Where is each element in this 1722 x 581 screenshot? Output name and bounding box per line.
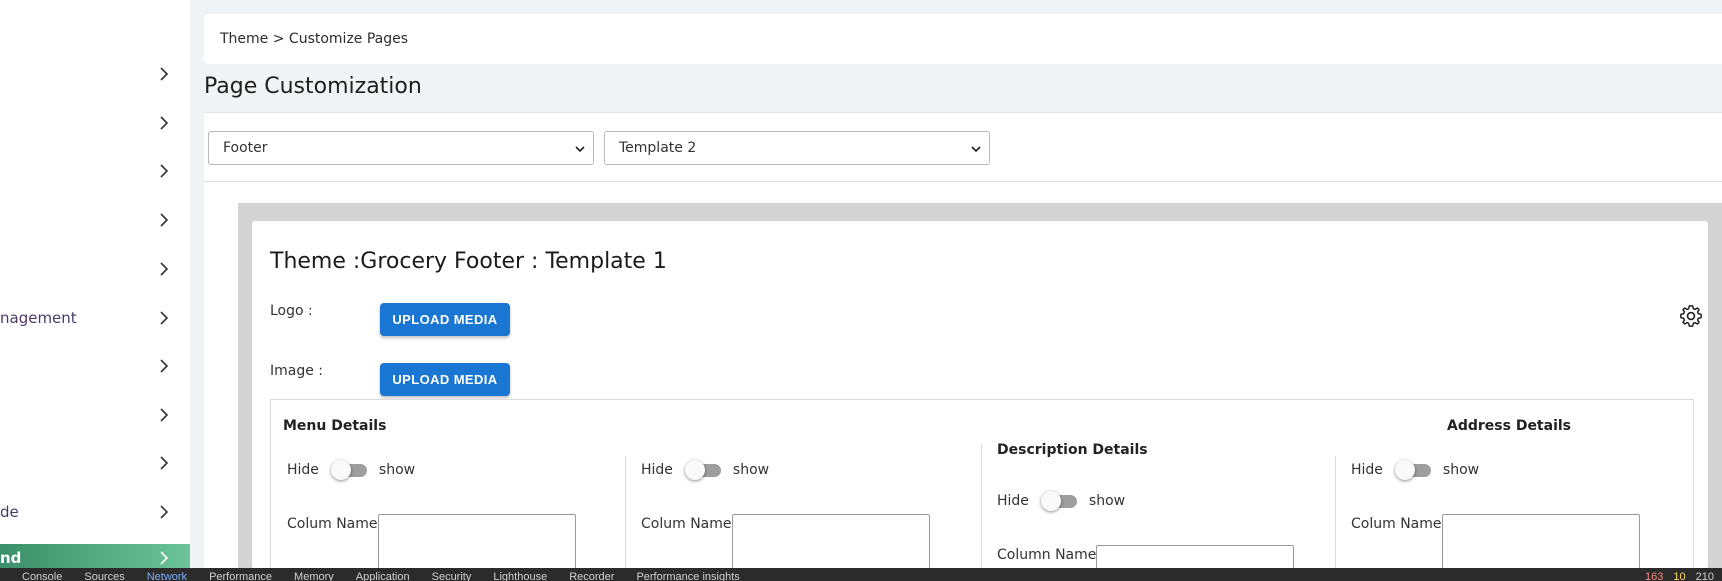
sidebar-item-label: nd <box>0 549 22 567</box>
devtools-tab-recorder[interactable]: Recorder <box>569 571 614 581</box>
divider <box>204 181 1722 182</box>
page-type-select-value: Footer <box>223 140 268 156</box>
menu2-visibility-toggle[interactable] <box>684 460 721 480</box>
image-label: Image : <box>270 363 324 379</box>
upload-logo-button[interactable]: UPLOAD MEDIA <box>380 303 510 336</box>
sidebar-item-5[interactable] <box>0 247 190 291</box>
menu2-column-name-row: Colum Name <box>641 514 930 574</box>
address-column-name-input[interactable] <box>1441 514 1640 574</box>
devtools-tab-application[interactable]: Application <box>356 571 410 581</box>
card-title: Theme :Grocery Footer : Template 1 <box>270 249 667 274</box>
description-visibility-toggle[interactable] <box>1040 491 1077 511</box>
column-name-label: Colum Name <box>1351 516 1442 532</box>
customization-panel: Footer Template 2 Theme :Grocery Footer … <box>204 112 1722 581</box>
address-details-title: Address Details <box>1447 418 1572 434</box>
menu-column-name-row: Colum Name <box>287 514 576 574</box>
template-select-value: Template 2 <box>619 140 697 156</box>
chevron-right-icon <box>160 311 169 325</box>
hide-label: Hide <box>997 493 1029 509</box>
description-details-title: Description Details <box>997 442 1148 458</box>
chevron-down-icon <box>575 146 585 153</box>
show-label: show <box>378 462 416 478</box>
breadcrumb-text: Theme > Customize Pages <box>220 31 409 47</box>
preview-frame: Theme :Grocery Footer : Template 1 Logo … <box>238 203 1722 581</box>
sidebar-item-guide[interactable]: de <box>0 490 190 534</box>
show-label: show <box>1442 462 1480 478</box>
footer-config-card: Theme :Grocery Footer : Template 1 Logo … <box>252 221 1708 581</box>
devtools-stats: 163 10 210 <box>1645 571 1714 581</box>
chevron-right-icon <box>160 67 169 81</box>
sidebar-item-9[interactable] <box>0 441 190 485</box>
sidebar-item-2[interactable] <box>0 101 190 145</box>
main-area: Theme > Customize Pages Page Customizati… <box>190 0 1722 581</box>
column-divider <box>1335 456 1336 570</box>
show-label: show <box>1088 493 1126 509</box>
column-divider <box>981 444 982 570</box>
chevron-right-icon <box>160 551 169 565</box>
column-name-label: Colum Name <box>287 516 378 532</box>
devtools-tab-performance[interactable]: Performance <box>209 571 272 581</box>
devtools-bar: Console Sources Network Performance Memo… <box>0 568 1722 581</box>
menu-visibility-toggle[interactable] <box>330 460 367 480</box>
address-visibility-row: Hide show <box>1351 460 1480 480</box>
chevron-right-icon <box>160 456 169 470</box>
column-name-label: Column Name <box>997 547 1097 563</box>
menu-column-name-input[interactable] <box>377 514 576 574</box>
sidebar-item-management[interactable]: nagement <box>0 296 190 340</box>
devtools-tab-console[interactable]: Console <box>22 571 62 581</box>
chevron-right-icon <box>160 262 169 276</box>
hide-label: Hide <box>641 462 673 478</box>
devtools-tab-lighthouse[interactable]: Lighthouse <box>493 571 547 581</box>
devtools-tab-security[interactable]: Security <box>432 571 472 581</box>
logo-label: Logo : <box>270 303 313 319</box>
description-visibility-row: Hide show <box>997 491 1126 511</box>
page-type-select[interactable]: Footer <box>208 131 594 165</box>
devtools-tab-memory[interactable]: Memory <box>294 571 334 581</box>
chevron-right-icon <box>160 505 169 519</box>
sidebar-item-4[interactable] <box>0 198 190 242</box>
gear-icon[interactable] <box>1678 303 1704 329</box>
template-select[interactable]: Template 2 <box>604 131 990 165</box>
sidebar: nagement de nd <box>0 0 190 581</box>
show-label: show <box>732 462 770 478</box>
address-visibility-toggle[interactable] <box>1394 460 1431 480</box>
chevron-right-icon <box>160 359 169 373</box>
page-title: Page Customization <box>204 74 422 99</box>
chevron-down-icon <box>971 146 981 153</box>
column-divider <box>625 456 626 570</box>
menu-visibility-row: Hide show <box>287 460 416 480</box>
menu2-column-name-input[interactable] <box>731 514 930 574</box>
devtools-tabs: Console Sources Network Performance Memo… <box>22 571 740 581</box>
menu2-visibility-row: Hide show <box>641 460 770 480</box>
info-count[interactable]: 210 <box>1696 571 1714 581</box>
app-root: nagement de nd Theme > Customize Pages P <box>0 0 1722 581</box>
devtools-tab-performance-insights[interactable]: Performance insights <box>636 571 739 581</box>
menu-details-title: Menu Details <box>283 418 387 434</box>
error-count[interactable]: 163 <box>1645 571 1663 581</box>
sidebar-item-8[interactable] <box>0 393 190 437</box>
chevron-right-icon <box>160 116 169 130</box>
column-name-label: Colum Name <box>641 516 732 532</box>
sidebar-item-1[interactable] <box>0 52 190 96</box>
sidebar-item-label: nagement <box>0 309 77 327</box>
upload-image-button[interactable]: UPLOAD MEDIA <box>380 363 510 396</box>
devtools-tab-sources[interactable]: Sources <box>84 571 124 581</box>
sidebar-item-label: de <box>0 503 19 521</box>
chevron-right-icon <box>160 213 169 227</box>
details-panel: Menu Details Hide show Colum Name Hide s… <box>270 399 1694 581</box>
select-row: Footer Template 2 <box>208 131 990 165</box>
chevron-right-icon <box>160 408 169 422</box>
breadcrumb: Theme > Customize Pages <box>204 14 1722 64</box>
hide-label: Hide <box>287 462 319 478</box>
address-column-name-row: Colum Name <box>1351 514 1640 574</box>
chevron-right-icon <box>160 164 169 178</box>
sidebar-item-7[interactable] <box>0 344 190 388</box>
warning-count[interactable]: 10 <box>1673 571 1685 581</box>
hide-label: Hide <box>1351 462 1383 478</box>
sidebar-item-3[interactable] <box>0 149 190 193</box>
devtools-tab-network[interactable]: Network <box>147 571 187 581</box>
